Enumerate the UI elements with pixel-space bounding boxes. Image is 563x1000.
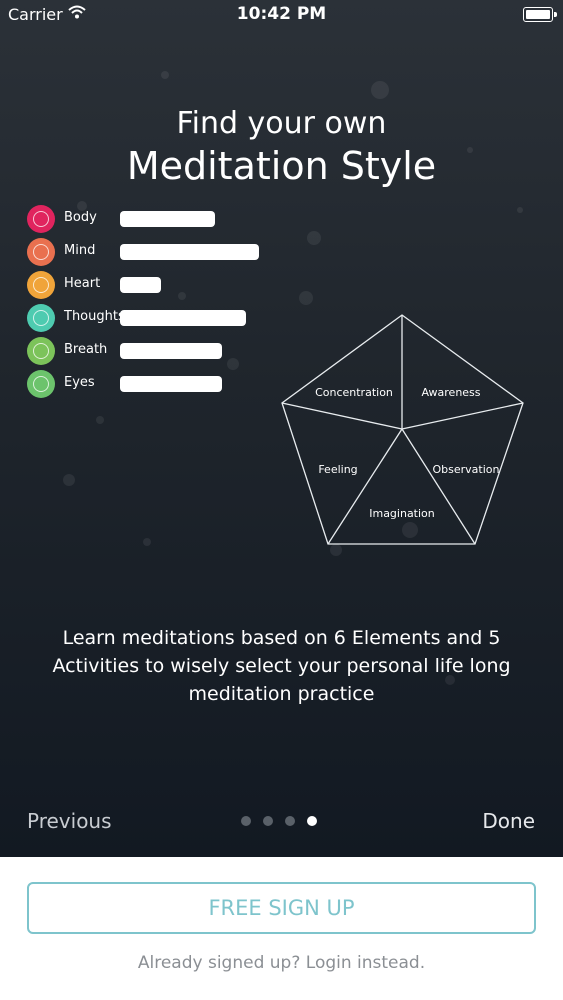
page-dot[interactable] xyxy=(241,816,251,826)
pentagon-spoke xyxy=(401,428,476,545)
status-time: 10:42 PM xyxy=(236,4,327,24)
pentagon-spoke xyxy=(401,402,524,430)
activity-feeling: Feeling xyxy=(318,463,357,476)
bokeh-dot xyxy=(307,231,321,245)
element-label: Mind xyxy=(64,243,96,258)
element-label: Thoughts xyxy=(64,309,125,324)
element-label: Breath xyxy=(64,342,108,357)
page-dot[interactable] xyxy=(263,816,273,826)
bokeh-dot xyxy=(227,358,239,370)
element-level-bar xyxy=(120,343,222,359)
bokeh-dot xyxy=(143,538,151,546)
bokeh-dot xyxy=(299,291,313,305)
activity-concentration: Concentration xyxy=(315,386,393,399)
done-button[interactable]: Done xyxy=(482,809,535,833)
free-signup-button[interactable]: FREE SIGN UP xyxy=(27,882,536,934)
bokeh-dot xyxy=(96,416,104,424)
heart-icon xyxy=(27,271,55,299)
thoughts-icon xyxy=(27,304,55,332)
element-level-bar xyxy=(120,310,246,326)
element-label: Body xyxy=(64,210,97,225)
activity-observation: Observation xyxy=(433,463,500,476)
bokeh-dot xyxy=(517,207,523,213)
element-label: Eyes xyxy=(64,375,95,390)
activities-pentagon: Concentration Awareness Feeling Observat… xyxy=(281,314,524,545)
activity-imagination: Imagination xyxy=(369,507,435,520)
element-label: Heart xyxy=(64,276,101,291)
body-icon xyxy=(27,205,55,233)
bokeh-dot xyxy=(63,474,75,486)
description-text: Learn meditations based on 6 Elements an… xyxy=(52,627,511,705)
page-dot[interactable] xyxy=(285,816,295,826)
title-line-1: Find your own xyxy=(176,106,387,141)
onboarding-panel: Carrier 10:42 PM Find your own Meditatio… xyxy=(0,0,563,857)
element-level-bar xyxy=(120,277,161,293)
status-bar: Carrier 10:42 PM xyxy=(0,0,563,30)
element-level-bar xyxy=(120,376,222,392)
pentagon-spoke xyxy=(327,428,403,545)
activity-awareness: Awareness xyxy=(421,386,480,399)
pentagon-spoke xyxy=(281,402,403,430)
eyes-icon xyxy=(27,370,55,398)
previous-button[interactable]: Previous xyxy=(27,809,112,833)
breath-icon xyxy=(27,337,55,365)
page-dot[interactable] xyxy=(307,816,317,826)
bokeh-dot xyxy=(161,71,169,79)
battery-icon xyxy=(523,7,557,22)
login-link[interactable]: Already signed up? Login instead. xyxy=(0,953,563,973)
element-level-bar xyxy=(120,211,215,227)
element-level-bar xyxy=(120,244,259,260)
title-line-2: Meditation Style xyxy=(126,144,437,188)
bokeh-dot xyxy=(371,81,389,99)
mind-icon xyxy=(27,238,55,266)
bokeh-dot xyxy=(178,292,186,300)
